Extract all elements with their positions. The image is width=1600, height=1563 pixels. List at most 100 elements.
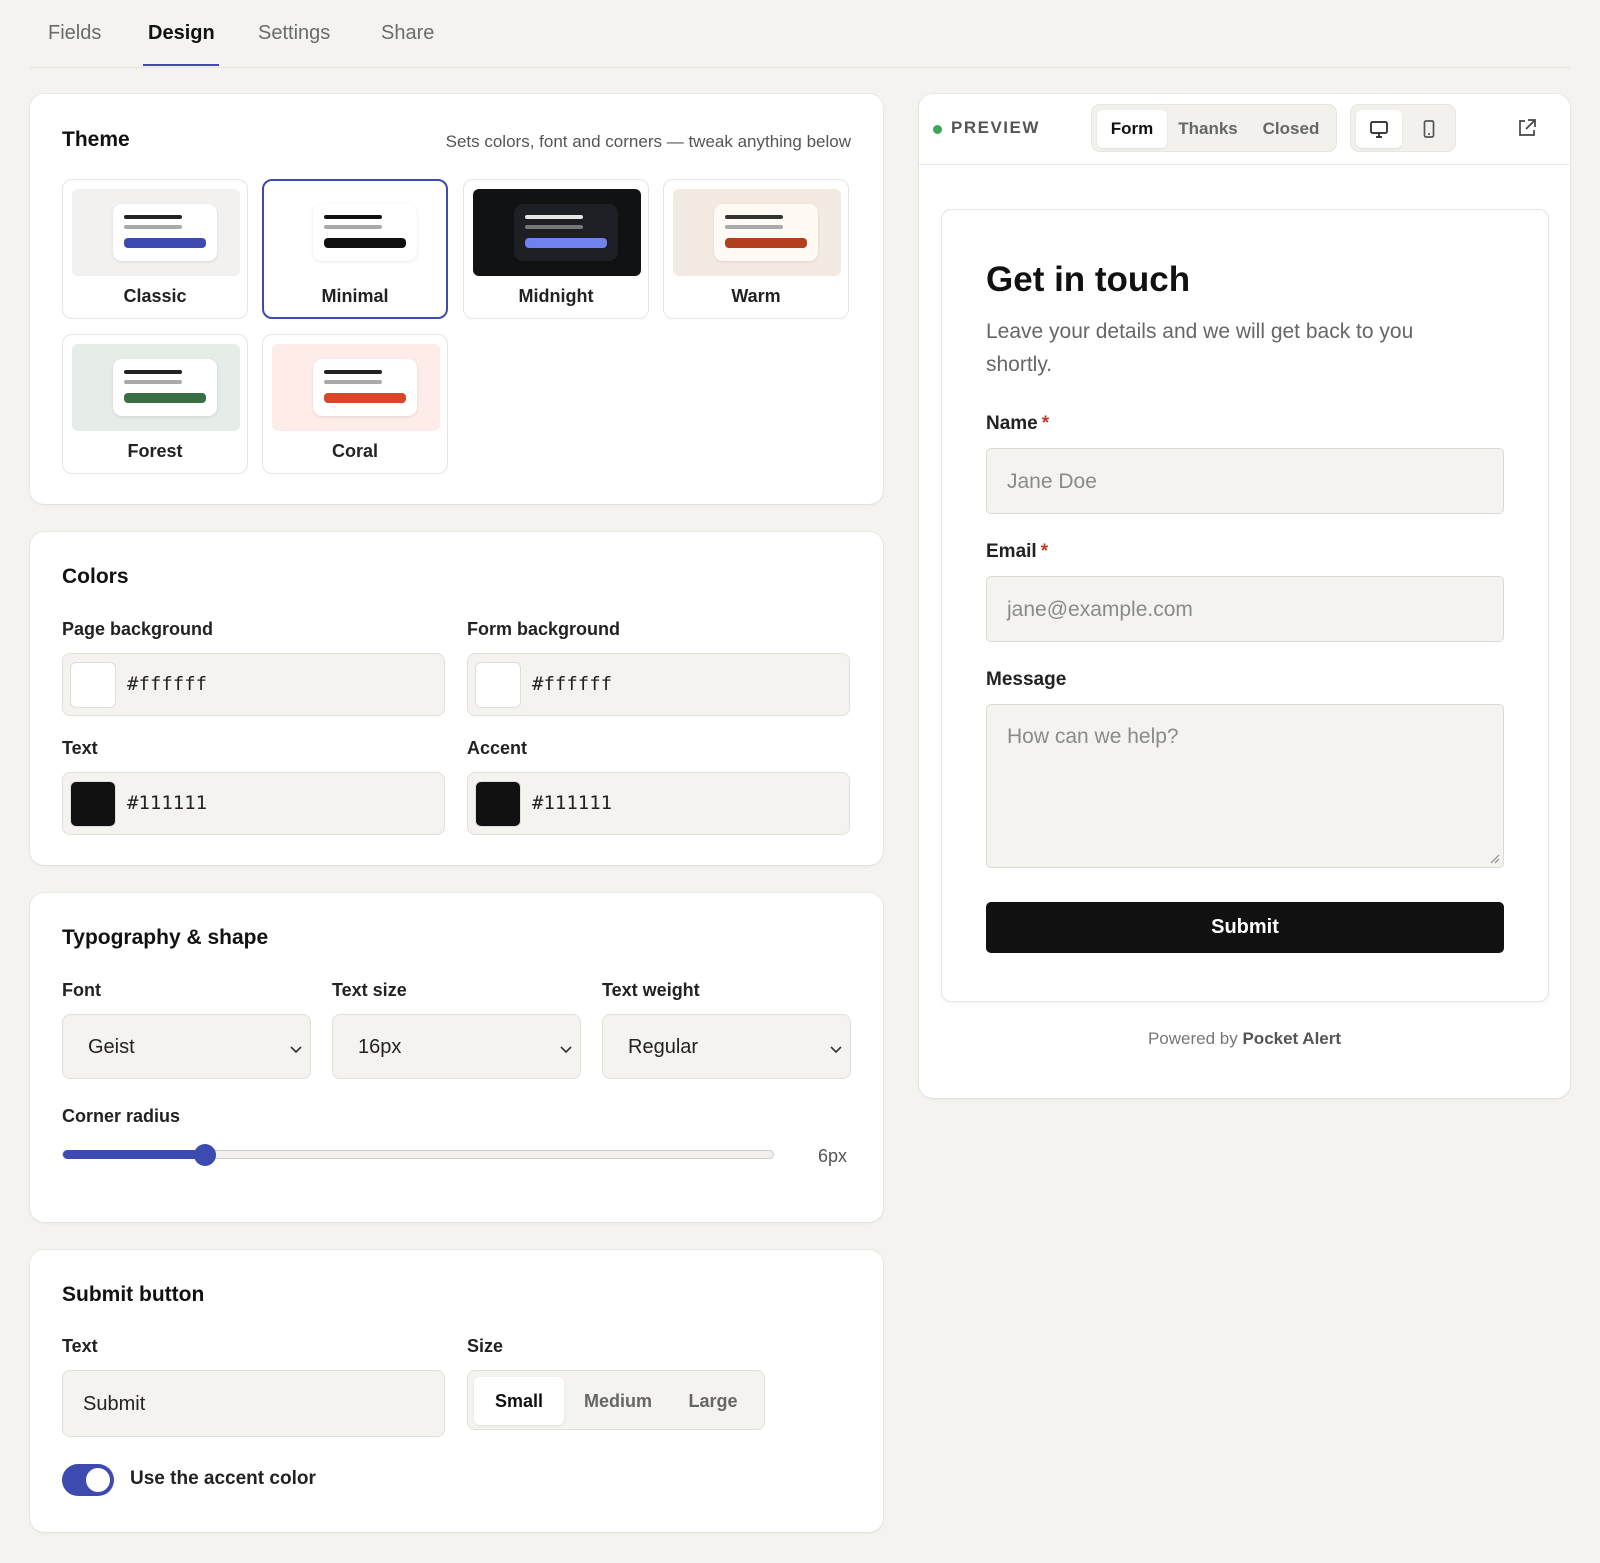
theme-thumb <box>673 189 841 276</box>
text-weight-label: Text weight <box>602 980 700 1000</box>
font-select[interactable]: Geist <box>62 1014 311 1079</box>
page-background-value: #ffffff <box>127 673 208 695</box>
device-switch <box>1350 104 1456 152</box>
theme-option-label: Midnight <box>518 286 594 306</box>
message-placeholder: How can we help? <box>1007 725 1179 748</box>
size-option-small[interactable]: Small <box>474 1377 564 1425</box>
required-marker: * <box>1041 413 1050 434</box>
theme-option-label: Warm <box>731 286 781 306</box>
form-heading: Get in touch <box>986 260 1191 299</box>
required-marker: * <box>1040 541 1049 562</box>
powered-by-brand[interactable]: Pocket Alert <box>1242 1029 1341 1048</box>
view-form[interactable]: Form <box>1097 110 1167 148</box>
preview-view-switch: Form Thanks Closed <box>1091 104 1337 152</box>
accent-toggle-label: Use the accent color <box>130 1468 316 1489</box>
theme-option-label: Classic <box>123 286 187 306</box>
form-background-value: #ffffff <box>532 673 613 695</box>
font-select-value: Geist <box>88 1036 135 1058</box>
theme-title: Theme <box>62 128 130 151</box>
desktop-icon <box>1370 121 1388 138</box>
typography-title: Typography & shape <box>62 926 269 949</box>
form-background-input[interactable]: #ffffff <box>467 653 850 716</box>
theme-hint: Sets colors, font and corners — tweak an… <box>445 132 851 151</box>
font-label: Font <box>62 980 101 1000</box>
theme-option-coral[interactable]: Coral <box>262 334 448 474</box>
text-color-label: Text <box>62 738 98 758</box>
accent-color-swatch[interactable] <box>475 781 521 827</box>
desktop-view-button[interactable] <box>1356 110 1402 148</box>
theme-option-minimal[interactable]: Minimal <box>262 179 448 319</box>
corner-radius-value: 6px <box>818 1146 848 1166</box>
page-background-swatch[interactable] <box>70 662 116 708</box>
theme-option-classic[interactable]: Classic <box>62 179 248 319</box>
preview-form-card: Get in touch Leave your details and we w… <box>941 209 1549 1002</box>
theme-card: Theme Sets colors, font and corners — tw… <box>30 94 883 504</box>
mobile-icon <box>1423 120 1435 138</box>
form-description: Leave your details and we will get back … <box>986 320 1414 376</box>
text-weight-select[interactable]: Regular <box>602 1014 851 1079</box>
text-size-select[interactable]: 16px <box>332 1014 581 1079</box>
theme-option-warm[interactable]: Warm <box>663 179 849 319</box>
submit-button-card: Submit button Text Submit Size Small Med… <box>30 1250 883 1532</box>
slider-thumb[interactable] <box>194 1144 216 1166</box>
corner-radius-slider[interactable] <box>62 1144 774 1166</box>
top-tab-bar: Fields Design Settings Share <box>30 0 1570 68</box>
open-external-button[interactable] <box>1515 116 1539 140</box>
theme-option-midnight[interactable]: Midnight <box>463 179 649 319</box>
tab-design[interactable]: Design <box>148 22 215 68</box>
chevron-down-icon <box>560 1046 572 1054</box>
tab-fields[interactable]: Fields <box>48 22 101 68</box>
active-tab-indicator <box>143 64 219 66</box>
submit-text-label: Text <box>62 1336 98 1356</box>
size-option-large[interactable]: Large <box>670 1377 756 1425</box>
submit-text-value: Submit <box>83 1393 146 1415</box>
accent-color-input[interactable]: #111111 <box>467 772 850 835</box>
powered-by-prefix: Powered by <box>1147 1029 1238 1048</box>
slider-fill <box>63 1150 205 1159</box>
name-placeholder: Jane Doe <box>1007 470 1097 493</box>
form-background-label: Form background <box>467 619 621 639</box>
theme-thumb <box>272 189 440 276</box>
toggle-knob <box>86 1468 110 1492</box>
status-dot-icon <box>933 125 942 134</box>
message-field-label: Message <box>986 669 1067 690</box>
theme-option-label: Forest <box>127 441 183 461</box>
text-color-input[interactable]: #111111 <box>62 772 445 835</box>
text-color-swatch[interactable] <box>70 781 116 827</box>
theme-thumb <box>72 344 240 431</box>
preview-submit-button[interactable]: Submit <box>986 902 1504 953</box>
tab-settings[interactable]: Settings <box>258 22 330 68</box>
accent-color-label: Accent <box>467 738 528 758</box>
theme-option-forest[interactable]: Forest <box>62 334 248 474</box>
page-background-input[interactable]: #ffffff <box>62 653 445 716</box>
view-closed[interactable]: Closed <box>1250 110 1332 148</box>
chevron-down-icon <box>830 1046 842 1054</box>
email-label-text: Email <box>986 541 1037 562</box>
tab-share[interactable]: Share <box>381 22 434 68</box>
message-textarea[interactable]: How can we help? <box>986 704 1504 868</box>
view-thanks[interactable]: Thanks <box>1170 110 1246 148</box>
theme-thumb <box>72 189 240 276</box>
theme-option-label: Minimal <box>321 286 389 306</box>
colors-card: Colors Page background #ffffff Form back… <box>30 532 883 865</box>
submit-text-input[interactable]: Submit <box>62 1370 445 1437</box>
corner-radius-label: Corner radius <box>62 1106 181 1126</box>
theme-option-label: Coral <box>331 441 378 461</box>
accent-color-toggle[interactable] <box>62 1464 114 1496</box>
text-size-select-value: 16px <box>358 1036 402 1058</box>
theme-thumb <box>272 344 440 431</box>
resize-handle-icon[interactable] <box>1488 852 1500 864</box>
external-link-icon <box>1519 119 1536 136</box>
name-input[interactable]: Jane Doe <box>986 448 1504 514</box>
accent-color-value: #111111 <box>532 792 613 814</box>
text-color-value: #111111 <box>127 792 208 814</box>
form-background-swatch[interactable] <box>475 662 521 708</box>
page-background-label: Page background <box>62 619 214 639</box>
text-weight-select-value: Regular <box>628 1036 699 1058</box>
mobile-view-button[interactable] <box>1406 110 1452 148</box>
submit-size-segmented: Small Medium Large <box>467 1370 765 1430</box>
email-field-label: Email * <box>986 541 1048 563</box>
email-input[interactable]: jane@example.com <box>986 576 1504 642</box>
size-option-medium[interactable]: Medium <box>568 1377 668 1425</box>
colors-title: Colors <box>62 565 129 588</box>
